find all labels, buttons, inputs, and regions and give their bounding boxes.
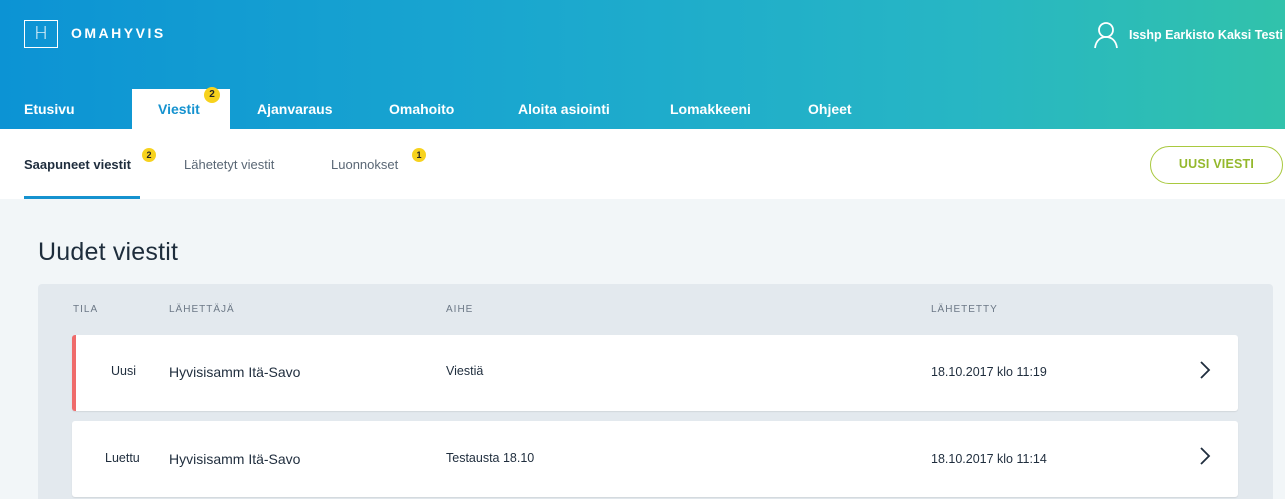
- sub-nav: Saapuneet viestit 2 Lähetetyt viestit Lu…: [0, 129, 1285, 199]
- nav-item-ohjeet[interactable]: Ohjeet: [808, 89, 852, 129]
- nav-item-label: Viestit: [158, 101, 200, 117]
- page-title: Uudet viestit: [38, 238, 179, 266]
- nav-item-label: Aloita asiointi: [518, 101, 610, 117]
- message-sender: Hyvisisamm Itä-Savo: [169, 451, 301, 467]
- message-status: Uusi: [111, 364, 137, 378]
- nav-item-label: Omahoito: [389, 101, 455, 117]
- unread-count-badge: 2: [204, 87, 220, 103]
- inbox-count-badge: 2: [142, 148, 156, 162]
- nav-item-aloita-asiointi[interactable]: Aloita asiointi: [518, 89, 610, 129]
- message-subject: Testausta 18.10: [446, 451, 535, 465]
- message-sender: Hyvisisamm Itä-Savo: [169, 364, 301, 380]
- message-sent-date: 18.10.2017 klo 11:19: [931, 365, 1047, 379]
- main-nav: Etusivu Viestit 2: [0, 87, 230, 129]
- chevron-right-icon[interactable]: [1199, 361, 1211, 379]
- column-header-subject: AIHE: [446, 304, 474, 315]
- message-sent-date: 18.10.2017 klo 11:14: [931, 452, 1047, 466]
- tab-label: Lähetetyt viestit: [184, 157, 275, 172]
- column-header-sent: LÄHETETTY: [931, 304, 998, 315]
- nav-item-label: Lomakkeeni: [670, 101, 751, 117]
- chevron-right-icon[interactable]: [1199, 447, 1211, 465]
- nav-item-viestit[interactable]: Viestit 2: [132, 87, 230, 129]
- active-tab-indicator: [24, 196, 140, 199]
- app-header: H OMAHYVIS Isshp Earkisto Kaksi Testi Et…: [0, 0, 1285, 129]
- tab-saapuneet-viestit[interactable]: Saapuneet viestit 2: [24, 148, 156, 199]
- nav-item-ajanvaraus[interactable]: Ajanvaraus: [257, 89, 332, 129]
- message-subject: Viestiä: [446, 364, 484, 378]
- tab-lahetetyt-viestit[interactable]: Lähetetyt viestit: [184, 157, 274, 199]
- drafts-count-badge: 1: [412, 148, 426, 162]
- tab-luonnokset[interactable]: Luonnokset 1: [331, 148, 426, 199]
- user-menu[interactable]: Isshp Earkisto Kaksi Testi: [1093, 20, 1285, 50]
- column-header-sender: LÄHETTÄJÄ: [169, 304, 235, 315]
- nav-item-label: Ajanvaraus: [257, 101, 333, 117]
- brand-name[interactable]: OMAHYVIS: [71, 25, 166, 41]
- column-header-status: TILA: [73, 304, 99, 315]
- new-message-button[interactable]: UUSI VIESTI: [1150, 146, 1283, 184]
- nav-item-label: Ohjeet: [808, 101, 852, 117]
- logo-mark[interactable]: H: [24, 20, 58, 48]
- nav-item-omahoito[interactable]: Omahoito: [389, 89, 454, 129]
- tab-label: Saapuneet viestit: [24, 157, 131, 172]
- nav-item-label: Etusivu: [24, 101, 75, 117]
- user-name: Isshp Earkisto Kaksi Testi: [1129, 28, 1283, 42]
- tab-label: Luonnokset: [331, 157, 399, 172]
- message-status: Luettu: [105, 451, 140, 465]
- nav-item-etusivu[interactable]: Etusivu: [0, 89, 108, 129]
- nav-item-lomakkeeni[interactable]: Lomakkeeni: [670, 89, 751, 129]
- user-icon: [1094, 22, 1118, 49]
